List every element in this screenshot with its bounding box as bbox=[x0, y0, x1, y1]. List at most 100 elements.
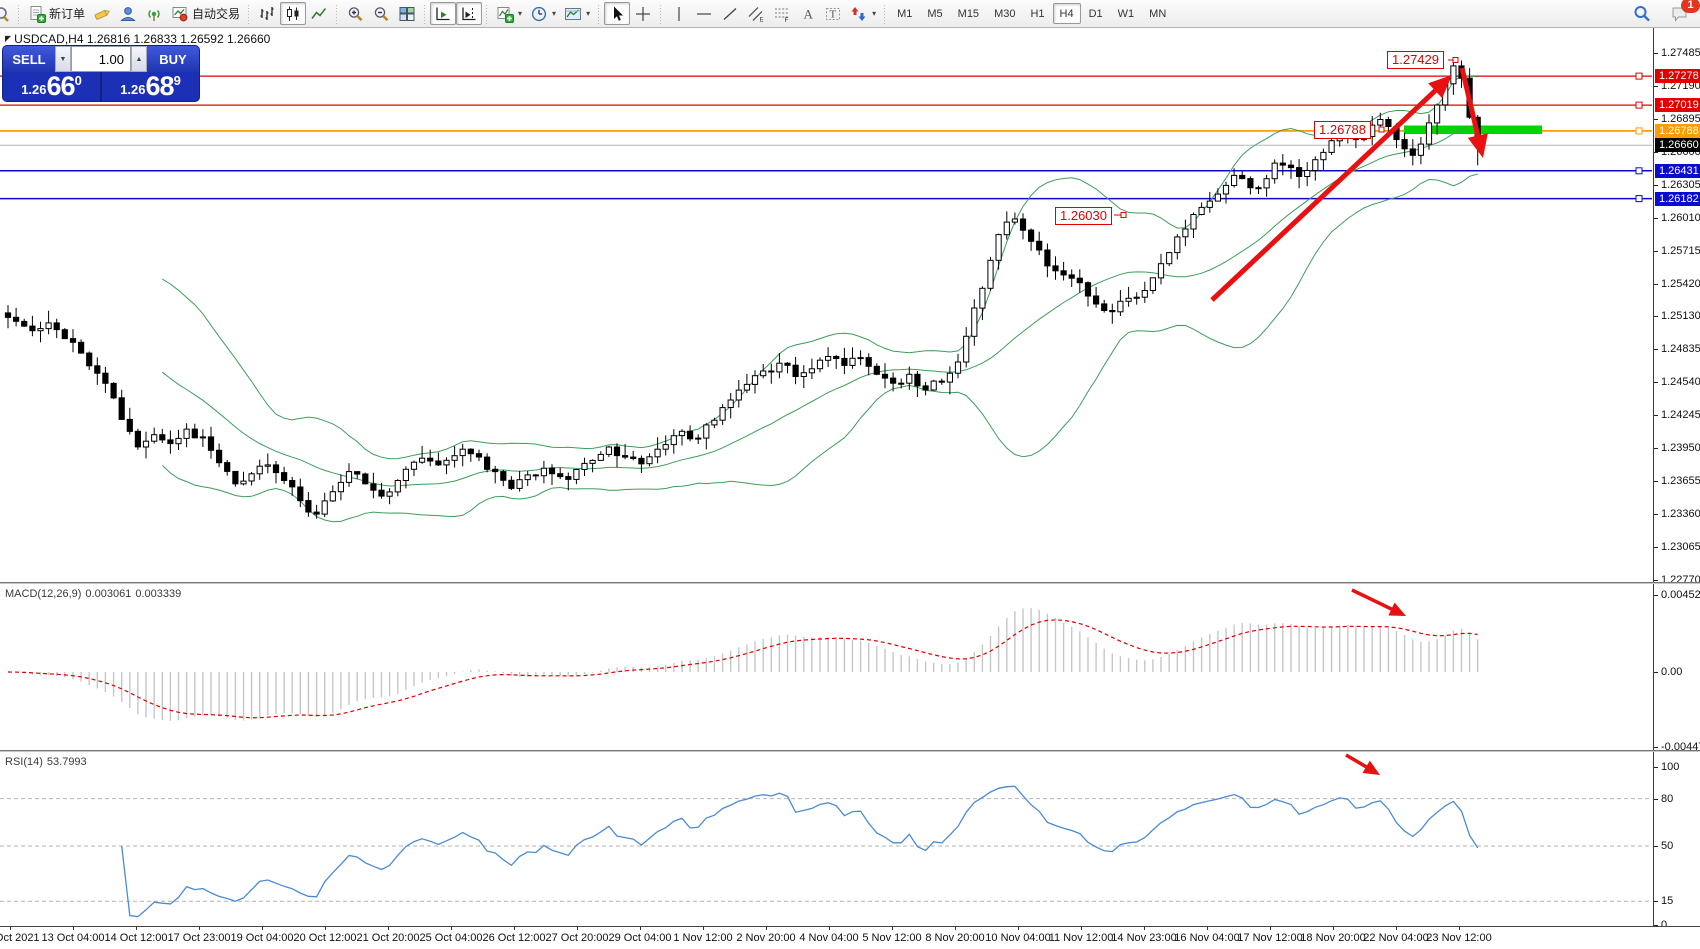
auto-scroll-button[interactable] bbox=[430, 2, 456, 25]
time-tick-mark bbox=[451, 927, 452, 930]
rsi-panel[interactable]: RSI(14)53.7993 1008050150 bbox=[0, 750, 1700, 926]
price-tag-support[interactable]: 1.26788 bbox=[1314, 121, 1371, 139]
add-indicator-button[interactable]: ▾ bbox=[492, 2, 526, 25]
axis-tick-mark bbox=[1654, 846, 1658, 847]
axis-tick-label: 1.23950 bbox=[1661, 442, 1700, 454]
timeframe-W1[interactable]: W1 bbox=[1111, 3, 1142, 24]
axis-tick-mark bbox=[1654, 218, 1658, 219]
horizontal-line-button[interactable] bbox=[691, 2, 717, 25]
axis-tick-label: 1.24835 bbox=[1661, 343, 1700, 355]
trendline-button[interactable] bbox=[717, 2, 743, 25]
price-axis[interactable]: 1.274851.271901.268951.266001.263051.260… bbox=[1653, 28, 1700, 582]
axis-tick-mark bbox=[1654, 547, 1658, 548]
signals-button[interactable] bbox=[141, 2, 167, 25]
axis-tick-mark bbox=[1654, 514, 1658, 515]
axis-tick-mark bbox=[1654, 595, 1658, 596]
timeframe-M1[interactable]: M1 bbox=[890, 3, 919, 24]
toolbar: 新订单 自动交易 bbox=[0, 0, 1700, 28]
macd-axis[interactable]: 0.0045240.00-0.00447 bbox=[1653, 584, 1700, 750]
time-tick-mark bbox=[1207, 927, 1208, 930]
axis-tick-label: 80 bbox=[1661, 793, 1673, 805]
timeframe-MN[interactable]: MN bbox=[1142, 3, 1173, 24]
buy-price[interactable]: 1.26 68 9 bbox=[102, 72, 199, 101]
time-tick-mark bbox=[1081, 927, 1082, 930]
notifications-button[interactable]: 1 bbox=[1666, 2, 1694, 25]
vertical-line-button[interactable] bbox=[666, 2, 691, 25]
axis-tick-label: 1.27485 bbox=[1661, 47, 1700, 59]
axis-tick-label: 1.25420 bbox=[1661, 278, 1700, 290]
time-tick-mark bbox=[136, 927, 137, 930]
fibonacci-button[interactable]: F bbox=[769, 2, 795, 25]
arrows-button[interactable]: ▾ bbox=[846, 2, 880, 25]
profile-button[interactable] bbox=[115, 2, 141, 25]
timeframe-H4[interactable]: H4 bbox=[1053, 3, 1081, 24]
text-label-button[interactable]: T bbox=[820, 2, 846, 25]
timeframe-M30[interactable]: M30 bbox=[987, 3, 1022, 24]
time-tick-mark bbox=[325, 927, 326, 930]
zoom-in-button[interactable] bbox=[342, 2, 368, 25]
volume-input[interactable]: 1.00 bbox=[71, 46, 131, 72]
autotrading-button[interactable]: 自动交易 bbox=[167, 2, 244, 25]
equidistant-channel-button[interactable]: E bbox=[743, 2, 769, 25]
volume-decrease-button[interactable]: ▼ bbox=[55, 46, 71, 72]
equidistant-channel-icon: E bbox=[747, 5, 765, 23]
fibonacci-icon: F bbox=[773, 5, 791, 23]
volume-increase-button[interactable]: ▲ bbox=[131, 46, 147, 72]
svg-text:A: A bbox=[803, 6, 813, 21]
axis-tick-label: 0.004524 bbox=[1661, 589, 1700, 601]
notification-badge: 1 bbox=[1681, 0, 1700, 13]
price-tag-low[interactable]: 1.26030 bbox=[1055, 207, 1112, 225]
periods-button[interactable]: ▾ bbox=[526, 2, 560, 25]
sell-button[interactable]: SELL bbox=[3, 46, 55, 72]
time-tick-mark bbox=[1018, 927, 1019, 930]
price-tag-peak[interactable]: 1.27429 bbox=[1387, 51, 1444, 69]
chart-shift-button[interactable] bbox=[456, 2, 482, 25]
time-axis[interactable]: 11 Oct 202113 Oct 04:0014 Oct 12:0017 Oc… bbox=[0, 926, 1700, 949]
macd-panel[interactable]: MACD(12,26,9)0.0030610.003339 0.0045240.… bbox=[0, 582, 1700, 750]
cursor-button[interactable] bbox=[604, 2, 630, 25]
timeframe-D1[interactable]: D1 bbox=[1082, 3, 1110, 24]
candlestick-chart-button[interactable] bbox=[280, 2, 306, 25]
rsi-axis[interactable]: 1008050150 bbox=[1653, 752, 1700, 926]
chart-ohlc-title: ◤USDCAD,H4 1.26816 1.26833 1.26592 1.266… bbox=[5, 32, 270, 46]
time-tick-label: 23 Nov 12:00 bbox=[1414, 932, 1504, 944]
axis-tick-label: 0.00 bbox=[1661, 666, 1682, 678]
add-indicator-icon bbox=[496, 5, 514, 23]
time-tick-mark bbox=[1459, 927, 1460, 930]
rsi-chart[interactable] bbox=[0, 752, 1653, 926]
bar-chart-icon bbox=[258, 5, 276, 23]
axis-tick-mark bbox=[1654, 316, 1658, 317]
price-badge: 1.26182 bbox=[1655, 192, 1700, 206]
bar-chart-button[interactable] bbox=[254, 2, 280, 25]
templates-button[interactable]: ▾ bbox=[560, 2, 594, 25]
axis-tick-mark bbox=[1654, 747, 1658, 748]
axis-tick-mark bbox=[1654, 580, 1658, 581]
axis-tick-mark bbox=[1654, 448, 1658, 449]
clipped-toolbar-icon[interactable] bbox=[0, 2, 14, 25]
axis-tick-mark bbox=[1654, 382, 1658, 383]
axis-tick-mark bbox=[1654, 767, 1658, 768]
crosshair-style-button[interactable] bbox=[89, 2, 115, 25]
candlestick-chart[interactable] bbox=[0, 28, 1653, 582]
axis-tick-mark bbox=[1654, 185, 1658, 186]
axis-tick-label: 50 bbox=[1661, 840, 1673, 852]
timeframe-M5[interactable]: M5 bbox=[920, 3, 949, 24]
line-chart-button[interactable] bbox=[306, 2, 332, 25]
zoom-out-button[interactable] bbox=[368, 2, 394, 25]
buy-button[interactable]: BUY bbox=[147, 46, 199, 72]
rsi-label: RSI(14)53.7993 bbox=[5, 756, 91, 768]
crayon-icon bbox=[93, 5, 111, 23]
search-button[interactable] bbox=[1628, 2, 1656, 25]
macd-chart[interactable] bbox=[0, 584, 1653, 750]
axis-tick-label: 1.23065 bbox=[1661, 541, 1700, 553]
toolbar-separator bbox=[246, 3, 252, 25]
tile-windows-button[interactable] bbox=[394, 2, 420, 25]
text-button[interactable]: A bbox=[795, 2, 820, 25]
crosshair-button[interactable] bbox=[630, 2, 656, 25]
sell-price[interactable]: 1.26 66 0 bbox=[3, 72, 100, 101]
main-chart-panel[interactable]: ◤USDCAD,H4 1.26816 1.26833 1.26592 1.266… bbox=[0, 28, 1700, 582]
time-tick-mark bbox=[955, 927, 956, 930]
new-order-button[interactable]: 新订单 bbox=[24, 2, 89, 25]
timeframe-H1[interactable]: H1 bbox=[1023, 3, 1051, 24]
timeframe-M15[interactable]: M15 bbox=[951, 3, 986, 24]
